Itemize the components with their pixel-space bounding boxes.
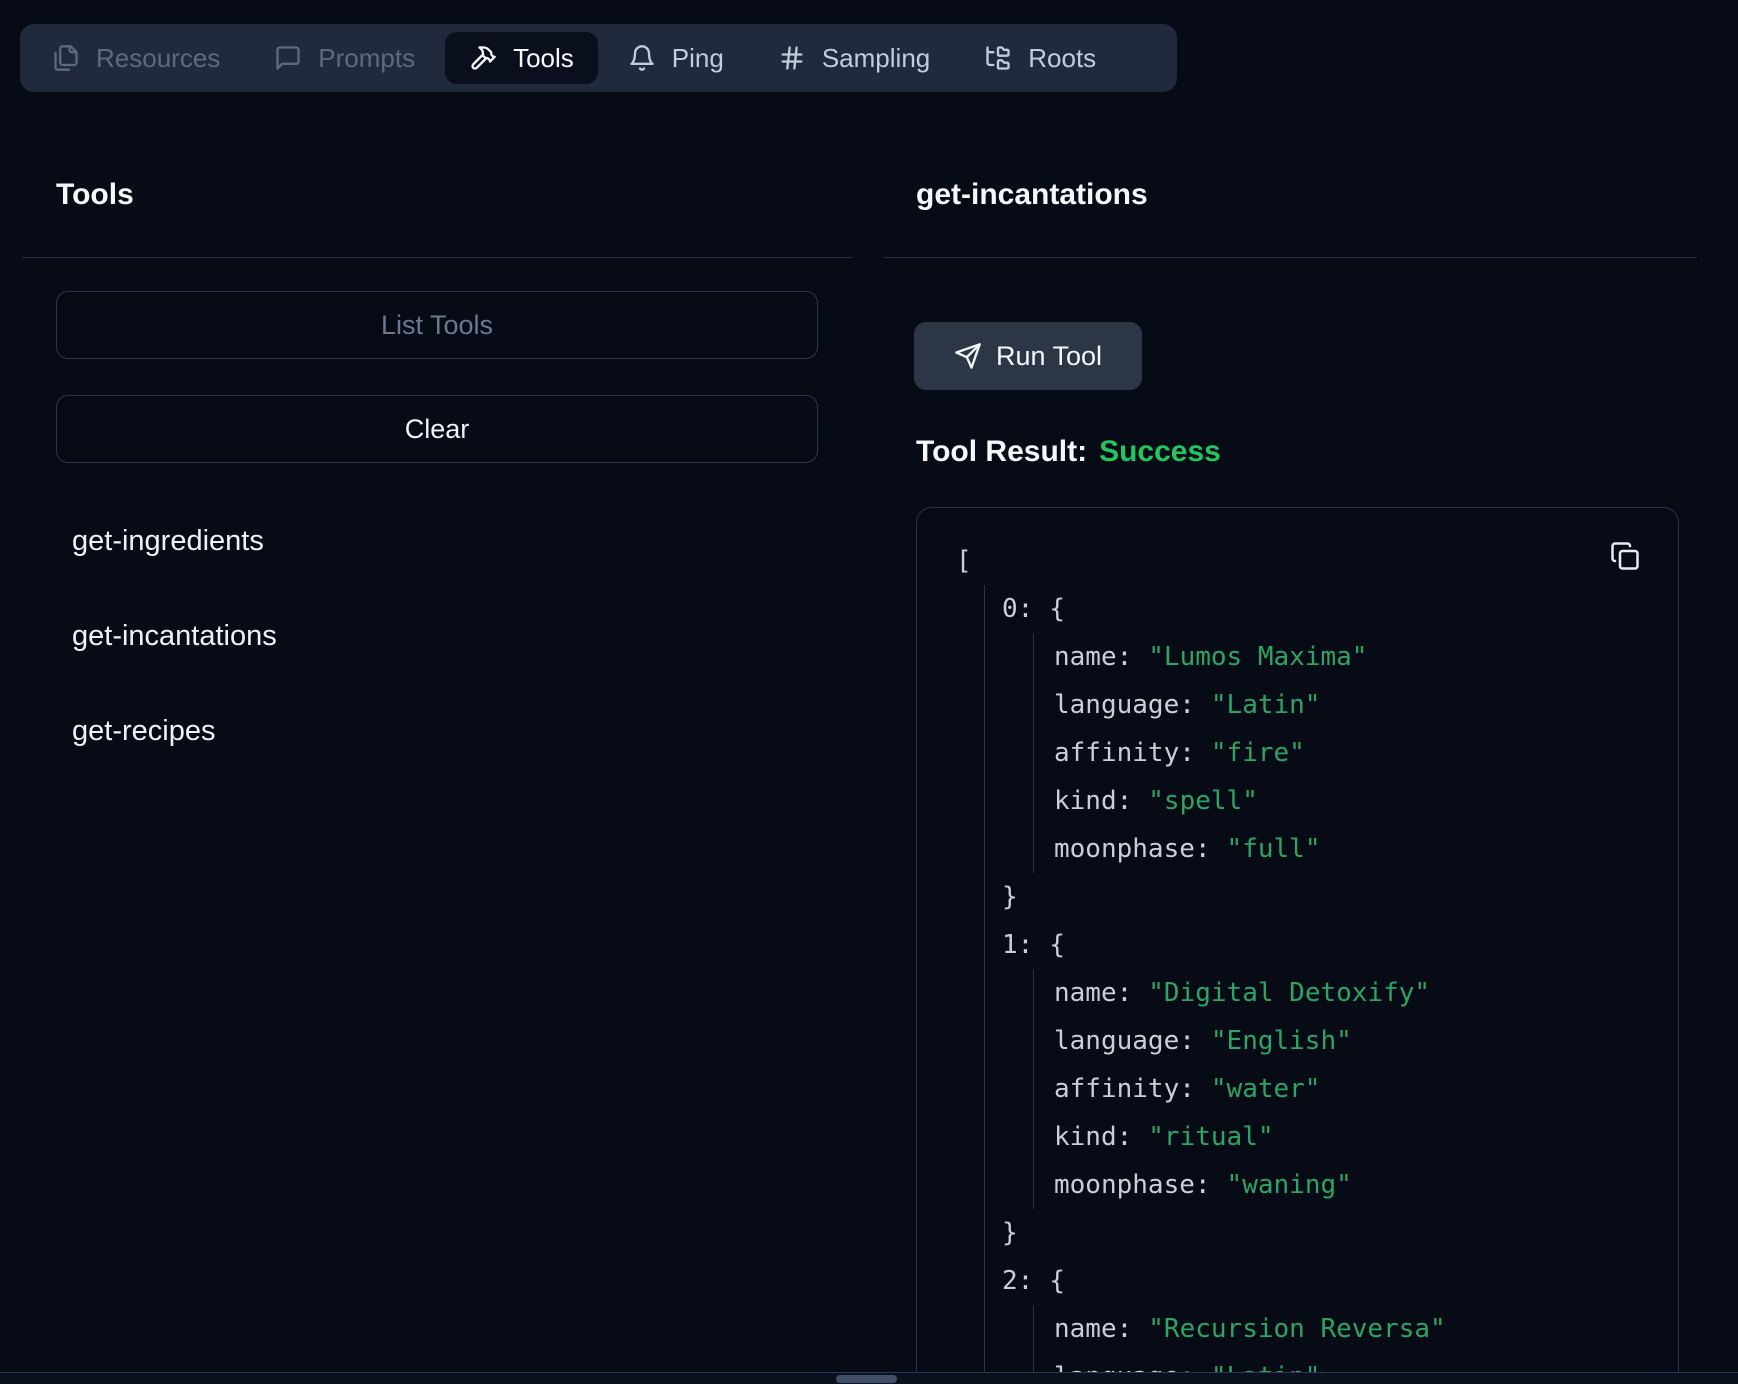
horizontal-scrollbar-thumb[interactable] [836, 1375, 897, 1383]
tool-item-get-ingredients[interactable]: get-ingredients [72, 519, 277, 563]
tab-sampling[interactable]: Sampling [754, 32, 954, 84]
tool-list: get-ingredients get-incantations get-rec… [72, 519, 277, 753]
tool-result-status: Success [1099, 435, 1221, 468]
folder-tree-icon [984, 44, 1012, 72]
run-tool-button[interactable]: Run Tool [914, 322, 1142, 390]
json-field: moonphase:"waning" [1054, 1161, 1598, 1209]
left-panel-title: Tools [56, 178, 134, 212]
tab-resources[interactable]: Resources [28, 32, 244, 84]
json-field: name:"Recursion Reversa" [1054, 1305, 1598, 1353]
json-array-branch: 0:{ name:"Lumos Maxima" language:"Latin"… [984, 585, 1598, 1384]
tab-label-sampling: Sampling [822, 43, 930, 74]
hash-icon [778, 44, 806, 72]
tab-label-resources: Resources [96, 43, 220, 74]
json-field: language:"English" [1054, 1017, 1598, 1065]
tab-label-roots: Roots [1028, 43, 1096, 74]
tab-label-ping: Ping [672, 43, 724, 74]
top-nav: Resources Prompts Tools Ping Sampling Ro… [20, 24, 1177, 92]
json-item-0-close: } [1002, 873, 1598, 921]
files-icon [52, 44, 80, 72]
copy-icon [1610, 541, 1640, 571]
json-field: language:"Latin" [1054, 681, 1598, 729]
json-item-1-branch: name:"Digital Detoxify" language:"Englis… [1033, 969, 1598, 1209]
tab-label-tools: Tools [513, 43, 574, 74]
tool-result-line: Tool Result: Success [916, 435, 1221, 469]
json-field: name:"Lumos Maxima" [1054, 633, 1598, 681]
tab-roots[interactable]: Roots [960, 32, 1120, 84]
tab-ping[interactable]: Ping [604, 32, 748, 84]
horizontal-scrollbar[interactable] [0, 1372, 1738, 1384]
json-field: kind:"spell" [1054, 777, 1598, 825]
json-field: moonphase:"full" [1054, 825, 1598, 873]
right-panel-title: get-incantations [916, 178, 1148, 212]
json-field: kind:"ritual" [1054, 1113, 1598, 1161]
tab-tools[interactable]: Tools [445, 32, 598, 84]
tool-item-get-recipes[interactable]: get-recipes [72, 709, 277, 753]
send-icon [954, 342, 982, 370]
message-square-icon [274, 44, 302, 72]
json-item-0-header[interactable]: 0:{ [1002, 585, 1598, 633]
list-tools-button[interactable]: List Tools [56, 291, 818, 359]
tab-label-prompts: Prompts [318, 43, 415, 74]
clear-button[interactable]: Clear [56, 395, 818, 463]
bell-icon [628, 44, 656, 72]
json-item-1-header[interactable]: 1:{ [1002, 921, 1598, 969]
json-tree: [ 0:{ name:"Lumos Maxima" language:"Lati… [956, 537, 1598, 1384]
right-panel-divider [884, 257, 1697, 258]
run-tool-label: Run Tool [996, 341, 1102, 372]
tool-result-panel: [ 0:{ name:"Lumos Maxima" language:"Lati… [916, 507, 1679, 1384]
copy-button[interactable] [1608, 540, 1642, 574]
json-field: affinity:"water" [1054, 1065, 1598, 1113]
json-item-2-header[interactable]: 2:{ [1002, 1257, 1598, 1305]
mcp-inspector-app: Resources Prompts Tools Ping Sampling Ro… [0, 0, 1738, 1384]
json-field: name:"Digital Detoxify" [1054, 969, 1598, 1017]
tab-prompts[interactable]: Prompts [250, 32, 439, 84]
tool-result-label: Tool Result: [916, 435, 1087, 468]
json-item-0-branch: name:"Lumos Maxima" language:"Latin" aff… [1033, 633, 1598, 873]
left-panel-divider [22, 257, 852, 258]
hammer-icon [469, 44, 497, 72]
json-open-bracket: [ [956, 537, 1598, 585]
json-field: affinity:"fire" [1054, 729, 1598, 777]
json-item-1-close: } [1002, 1209, 1598, 1257]
tool-item-get-incantations[interactable]: get-incantations [72, 614, 277, 658]
